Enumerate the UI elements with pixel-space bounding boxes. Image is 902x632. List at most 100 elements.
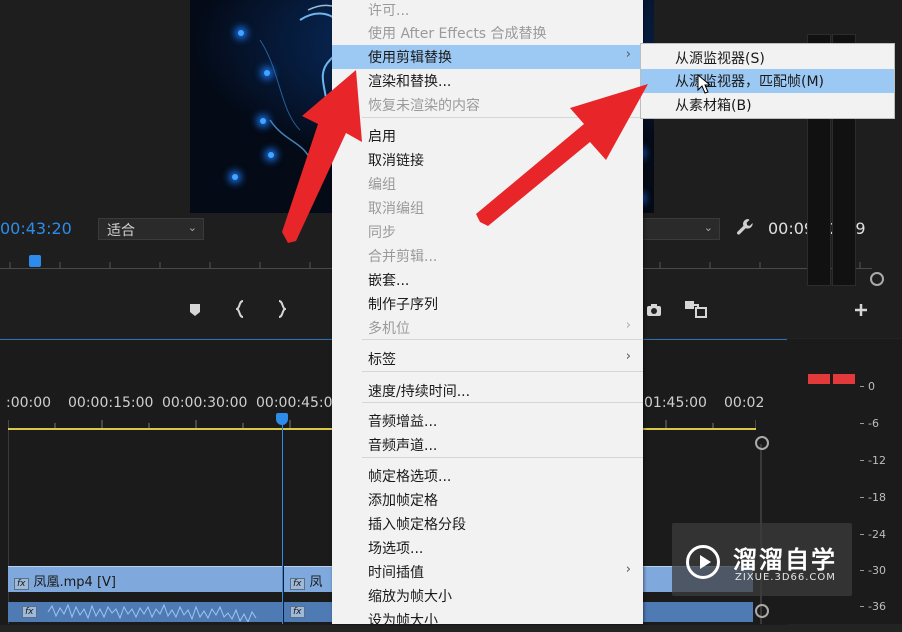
menu-item[interactable]: 帧定格选项... xyxy=(332,464,643,488)
menu-item: 编组 xyxy=(332,172,643,196)
menu-item-label: 速度/持续时间... xyxy=(368,384,471,400)
add-marker-icon[interactable] xyxy=(188,302,202,321)
menu-item-label: 许可... xyxy=(368,3,410,19)
mark-in-icon[interactable] xyxy=(233,300,246,322)
play-triangle-icon xyxy=(700,555,711,569)
ruler-label: 00:00:45:00 xyxy=(256,395,342,411)
chevron-right-icon: › xyxy=(625,318,631,333)
menu-item-label: 使用剪辑替换 xyxy=(368,50,452,66)
ruler-label: 01:45:00 xyxy=(644,395,707,411)
menu-item-label: 设为帧大小 xyxy=(368,613,438,629)
scrollbar-handle[interactable] xyxy=(755,604,769,618)
meter-tick xyxy=(860,460,864,461)
db-label: -36 xyxy=(868,600,886,613)
menu-item[interactable]: 音频声道... xyxy=(332,433,643,457)
mouse-cursor-icon xyxy=(697,73,712,98)
menu-item[interactable]: 设为帧大小 xyxy=(332,608,643,632)
menu-item[interactable]: 制作子序列 xyxy=(332,292,643,316)
menu-item-label: 取消编组 xyxy=(368,201,424,217)
audio-clip[interactable]: fx xyxy=(284,602,332,622)
menu-separator xyxy=(362,457,643,458)
meter-tick xyxy=(860,497,864,498)
menu-item-label: 嵌套... xyxy=(368,273,410,289)
watermark-subtitle: ZIXUE.3D66.COM xyxy=(735,572,836,583)
export-frame-icon[interactable] xyxy=(646,302,662,321)
db-label: -24 xyxy=(868,528,886,541)
menu-item[interactable]: 插入帧定格分段 xyxy=(332,512,643,536)
meter-tick xyxy=(860,423,864,424)
menu-item: 同步 xyxy=(332,220,643,244)
menu-item-label: 渲染和替换... xyxy=(368,74,452,90)
menu-separator xyxy=(362,371,643,372)
track-divider xyxy=(8,430,9,624)
submenu-item-from-source-monitor[interactable]: 从源监视器(S) xyxy=(641,46,894,70)
menu-item-label: 帧定格选项... xyxy=(368,469,452,485)
zoom-handle[interactable] xyxy=(870,272,884,286)
fit-dropdown[interactable]: 适合 ⌄ xyxy=(98,218,204,240)
menu-item-label: 取消链接 xyxy=(368,153,424,169)
menu-item-label: 编组 xyxy=(368,177,396,193)
meter-tick xyxy=(860,570,864,571)
timeline-playhead[interactable] xyxy=(276,413,288,425)
menu-item: 许可... xyxy=(332,0,643,22)
scrollbar-handle[interactable] xyxy=(755,436,769,450)
menu-item-label: 制作子序列 xyxy=(368,297,438,313)
timeline-playhead-line xyxy=(282,420,283,624)
menu-item: 使用 After Effects 合成替换 xyxy=(332,21,643,45)
menu-item[interactable]: 时间插值 › xyxy=(332,560,643,584)
fx-badge: fx xyxy=(290,606,305,618)
menu-item-label: 标签 xyxy=(368,352,396,368)
meter-tick xyxy=(860,386,864,387)
audio-clip[interactable] xyxy=(643,602,753,622)
chevron-down-icon: ⌄ xyxy=(703,221,713,234)
menu-item: 取消编组 xyxy=(332,196,643,220)
fit-dropdown-value: 适合 xyxy=(107,223,135,239)
menu-item-label: 同步 xyxy=(368,225,396,241)
comparison-view-icon[interactable] xyxy=(684,300,708,322)
menu-item[interactable]: 使用剪辑替换 › xyxy=(332,45,643,69)
menu-item[interactable]: 启用 xyxy=(332,124,643,148)
wrench-icon[interactable] xyxy=(736,218,754,241)
menu-item[interactable]: 场选项... xyxy=(332,536,643,560)
add-button-icon[interactable] xyxy=(854,302,868,321)
meter-tick xyxy=(860,534,864,535)
current-timecode[interactable]: 00:43:20 xyxy=(0,219,72,238)
menu-item[interactable]: 渲染和替换... xyxy=(332,69,643,93)
video-clip[interactable]: fx 凤凰.mp4 [V] xyxy=(8,566,282,592)
ruler-label: :00:00 xyxy=(6,395,52,411)
menu-item-label: 音频增益... xyxy=(368,414,438,430)
fx-badge: fx xyxy=(14,578,29,590)
db-label: -18 xyxy=(868,491,886,504)
menu-item-label: 使用 After Effects 合成替换 xyxy=(368,26,547,42)
mark-out-icon[interactable] xyxy=(276,300,289,322)
db-label: -12 xyxy=(868,454,886,467)
db-label: -6 xyxy=(868,417,879,430)
menu-item-label: 启用 xyxy=(368,129,396,145)
menu-item[interactable]: 添加帧定格 xyxy=(332,488,643,512)
menu-item-label: 插入帧定格分段 xyxy=(368,517,466,533)
ruler-label: 00:02 xyxy=(724,395,765,411)
fx-badge: fx xyxy=(290,578,305,590)
menu-item[interactable]: 音频增益... xyxy=(332,409,643,433)
meter-tick xyxy=(860,606,864,607)
menu-item-label: 时间插值 xyxy=(368,565,424,581)
submenu-item-from-bin[interactable]: 从素材箱(B) xyxy=(641,93,894,117)
meter-peak-left xyxy=(808,374,830,384)
submenu-item-match-frame[interactable]: 从源监视器，匹配帧(M) xyxy=(641,69,894,93)
menu-item[interactable]: 嵌套... xyxy=(332,268,643,292)
db-label: 0 xyxy=(868,380,875,393)
chevron-down-icon: ⌄ xyxy=(187,221,197,234)
menu-item-label: 场选项... xyxy=(368,541,424,557)
menu-item[interactable]: 标签 › xyxy=(332,347,643,371)
menu-item: 恢复未渲染的内容 xyxy=(332,93,643,117)
menu-item[interactable]: 速度/持续时间... xyxy=(332,379,643,403)
menu-item[interactable]: 缩放为帧大小 xyxy=(332,584,643,608)
menu-item-label: 音频声道... xyxy=(368,438,438,454)
video-clip[interactable]: fx 凤 xyxy=(284,566,332,592)
audio-clip[interactable]: fx xyxy=(8,602,282,622)
ruler-label: 00:00:15:00 xyxy=(68,395,154,411)
menu-item[interactable]: 取消链接 xyxy=(332,148,643,172)
resolution-dropdown[interactable]: ⌄ xyxy=(640,218,720,240)
menu-item-label: 恢复未渲染的内容 xyxy=(368,98,480,114)
chevron-right-icon: › xyxy=(625,349,631,364)
